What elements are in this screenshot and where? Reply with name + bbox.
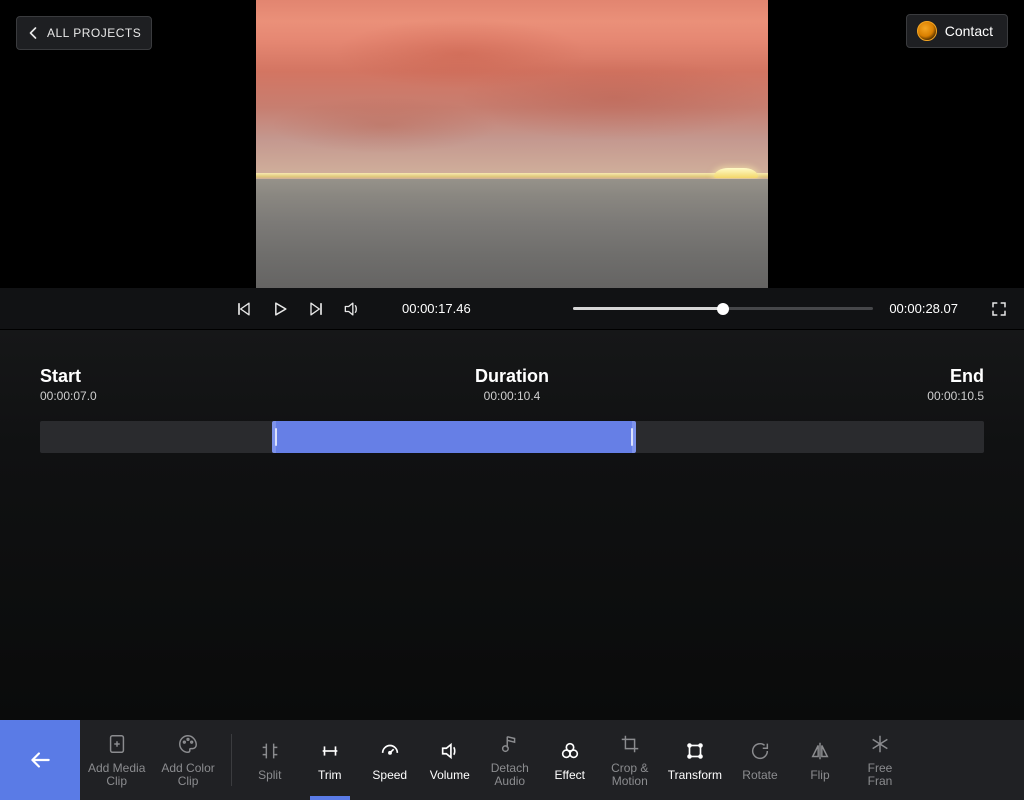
freeze-frame-button[interactable]: Free Fran [850,720,910,800]
playback-controls: 00:00:17.46 [234,299,471,319]
trim-button[interactable]: Trim [300,720,360,800]
contact-label: Contact [945,23,993,39]
seek-area: 00:00:28.07 [573,300,1008,318]
current-time: 00:00:17.46 [402,301,471,316]
preview-sun [714,168,758,178]
snowflake-icon [869,732,891,756]
trim-end-group: End 00:00:10.5 [927,366,984,403]
speed-icon [379,739,401,763]
trim-end-label: End [927,366,984,387]
playback-bar: 00:00:17.46 00:00:28.07 [0,288,1024,330]
file-plus-icon [106,732,128,756]
detach-audio-button[interactable]: Detach Audio [480,720,540,800]
effect-label: Effect [555,769,585,782]
trim-labels: Start 00:00:07.0 Duration 00:00:10.4 End… [40,366,984,403]
crop-icon [619,732,641,756]
flip-icon [809,739,831,763]
volume-tool-icon [439,739,461,763]
detach-label: Detach Audio [491,762,529,788]
seek-fill [573,307,723,310]
all-projects-label: ALL PROJECTS [47,26,141,40]
volume-label: Volume [430,769,470,782]
add-color-label: Add Color Clip [161,762,214,788]
split-icon [259,739,281,763]
contact-button[interactable]: Contact [906,14,1008,48]
effect-button[interactable]: Effect [540,720,600,800]
detach-audio-icon [499,732,521,756]
back-button[interactable] [0,720,80,800]
volume-icon[interactable] [342,299,362,319]
toolbar-divider [231,734,232,786]
arrow-left-icon [27,747,53,773]
speed-button[interactable]: Speed [360,720,420,800]
transform-label: Transform [668,769,722,782]
rotate-button[interactable]: Rotate [730,720,790,800]
seek-track[interactable] [573,307,873,310]
crop-motion-button[interactable]: Crop & Motion [600,720,660,800]
volume-button[interactable]: Volume [420,720,480,800]
top-bar: ALL PROJECTS Contact [0,0,1024,60]
split-button[interactable]: Split [240,720,300,800]
trim-icon [319,739,341,763]
preview-sea [256,179,768,288]
rotate-icon [749,739,771,763]
add-color-clip-button[interactable]: Add Color Clip [153,720,222,800]
crop-label: Crop & Motion [611,762,648,788]
rotate-label: Rotate [742,769,777,782]
transform-icon [684,739,706,763]
freeze-label: Free Fran [868,762,893,788]
add-clip-group: Add Media Clip Add Color Clip [80,720,223,800]
seek-knob[interactable] [717,303,729,315]
trim-start-group: Start 00:00:07.0 [40,366,97,403]
trim-duration-value: 00:00:10.4 [475,389,549,403]
trim-duration-label: Duration [475,366,549,387]
trim-start-value: 00:00:07.0 [40,389,97,403]
chevron-left-icon [23,23,43,43]
skip-forward-icon[interactable] [306,299,326,319]
transform-button[interactable]: Transform [660,720,730,800]
trim-selection[interactable] [272,421,635,453]
add-media-label: Add Media Clip [88,762,145,788]
trim-track[interactable] [40,421,984,453]
speed-label: Speed [372,769,407,782]
expand-icon[interactable] [990,300,1008,318]
split-label: Split [258,769,281,782]
trim-panel: Start 00:00:07.0 Duration 00:00:10.4 End… [0,330,1024,720]
palette-icon [177,732,199,756]
trim-label: Trim [318,769,342,782]
edit-tools-group: Split Trim Speed Volume Detach Audio [240,720,910,800]
trim-end-value: 00:00:10.5 [927,389,984,403]
flip-button[interactable]: Flip [790,720,850,800]
contact-avatar-icon [917,21,937,41]
trim-duration-group: Duration 00:00:10.4 [475,366,549,403]
all-projects-button[interactable]: ALL PROJECTS [16,16,152,50]
add-media-clip-button[interactable]: Add Media Clip [80,720,153,800]
skip-back-icon[interactable] [234,299,254,319]
effect-icon [559,739,581,763]
trim-start-label: Start [40,366,97,387]
total-time: 00:00:28.07 [889,301,958,316]
play-icon[interactable] [270,299,290,319]
flip-label: Flip [810,769,829,782]
bottom-toolbar: Add Media Clip Add Color Clip Split Trim [0,720,1024,800]
